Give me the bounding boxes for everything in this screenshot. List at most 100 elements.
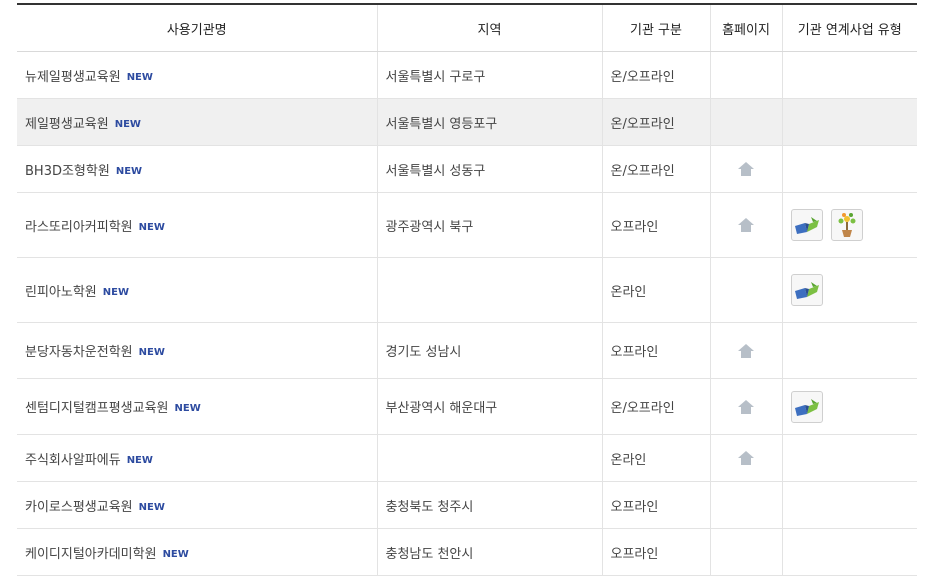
homepage-cell: [710, 378, 783, 435]
new-badge: NEW: [102, 286, 129, 298]
category-cell: 온/오프라인: [602, 145, 711, 193]
book-icon[interactable]: [790, 274, 823, 306]
link-type-cell: [782, 257, 918, 323]
institution-name-cell: 린피아노학원 NEW: [17, 257, 378, 323]
institution-name-cell: 제일평생교육원 NEW: [17, 98, 378, 146]
institution-name-link[interactable]: 라스또리아커피학원: [25, 220, 133, 235]
link-type-icons: [790, 390, 918, 423]
category-cell: 오프라인: [602, 322, 711, 379]
institution-name-link[interactable]: 카이로스평생교육원: [25, 500, 133, 515]
institution-name-cell: 카이로스평생교육원 NEW: [17, 481, 378, 529]
institution-name-cell: 라스또리아커피학원 NEW: [17, 192, 378, 258]
home-icon[interactable]: [737, 450, 755, 466]
homepage-cell: [710, 145, 783, 193]
category-cell: 온라인: [602, 434, 711, 482]
category-cell: 온/오프라인: [602, 98, 711, 146]
homepage-cell: [710, 98, 783, 146]
region-cell: 경기도 성남시: [377, 322, 603, 379]
table-row[interactable]: 분당자동차운전학원 NEW 경기도 성남시 오프라인: [17, 322, 917, 379]
institution-name-link[interactable]: 제일평생교육원: [25, 117, 109, 132]
homepage-cell: [710, 481, 783, 529]
new-badge: NEW: [138, 501, 165, 513]
category-cell: 오프라인: [602, 528, 711, 576]
category-cell: 온/오프라인: [602, 378, 711, 435]
region-cell: [377, 434, 603, 482]
institution-name-link[interactable]: 센텀디지털캠프평생교육원: [25, 401, 169, 416]
link-type-icons: [790, 209, 918, 241]
tree-icon[interactable]: [830, 209, 863, 241]
region-cell: 광주광역시 북구: [377, 192, 603, 258]
category-cell: 온/오프라인: [602, 51, 711, 99]
category-cell: 오프라인: [602, 192, 711, 258]
homepage-cell: [710, 322, 783, 379]
header-category: 기관 구분: [602, 3, 711, 52]
region-cell: 서울특별시 구로구: [377, 51, 603, 99]
table-row[interactable]: 주식회사알파에듀 NEW 온라인: [17, 434, 917, 482]
link-type-cell: [782, 481, 917, 529]
region-cell: 충청남도 천안시: [377, 528, 603, 576]
homepage-cell: [710, 434, 783, 482]
institution-name-cell: 센텀디지털캠프평생교육원 NEW: [17, 378, 378, 435]
new-badge: NEW: [115, 165, 143, 177]
homepage-cell: [710, 192, 783, 258]
category-cell: 온라인: [602, 257, 711, 323]
table-row[interactable]: 카이로스평생교육원 NEW 충청북도 청주시 오프라인: [17, 481, 917, 529]
table-row[interactable]: 센텀디지털캠프평생교육원 NEW 부산광역시 해운대구 온/오프라인: [17, 378, 918, 435]
institution-name-cell: 분당자동차운전학원 NEW: [17, 322, 378, 379]
institution-table-container: 사용기관명 지역 기관 구분 홈페이지 기관 연계사업 유형 뉴제일평생교육원 N…: [17, 3, 917, 576]
link-type-cell: [782, 528, 917, 576]
homepage-cell: [710, 51, 783, 99]
region-cell: 서울특별시 영등포구: [377, 98, 603, 146]
link-type-cell: [782, 98, 917, 146]
new-badge: NEW: [162, 548, 189, 560]
institution-name-link[interactable]: BH3D조형학원: [25, 164, 110, 179]
home-icon[interactable]: [737, 161, 755, 177]
header-region: 지역: [377, 3, 603, 52]
region-cell: 충청북도 청주시: [377, 481, 603, 529]
region-cell: 서울특별시 성동구: [377, 145, 603, 193]
home-icon[interactable]: [737, 217, 755, 233]
table-row[interactable]: 제일평생교육원 NEW 서울특별시 영등포구 온/오프라인: [17, 98, 917, 146]
link-type-cell: [782, 434, 917, 482]
book-icon[interactable]: [790, 209, 823, 241]
link-type-cell: [782, 378, 918, 435]
new-badge: NEW: [126, 454, 153, 466]
institution-name-link[interactable]: 분당자동차운전학원: [25, 345, 133, 360]
link-type-cell: [782, 145, 917, 193]
region-cell: 부산광역시 해운대구: [377, 378, 603, 435]
link-type-icons: [790, 274, 918, 306]
institution-name-link[interactable]: 케이디지털아카데미학원: [25, 547, 157, 562]
new-badge: NEW: [138, 221, 165, 233]
institution-name-link[interactable]: 주식회사알파에듀: [25, 453, 121, 468]
table-row[interactable]: BH3D조형학원 NEW 서울특별시 성동구 온/오프라인: [17, 145, 917, 193]
institution-name-cell: 주식회사알파에듀 NEW: [17, 434, 378, 482]
institution-name-link[interactable]: 뉴제일평생교육원: [25, 70, 121, 85]
table-row[interactable]: 뉴제일평생교육원 NEW 서울특별시 구로구 온/오프라인: [17, 51, 917, 99]
institution-table: 사용기관명 지역 기관 구분 홈페이지 기관 연계사업 유형 뉴제일평생교육원 N…: [17, 3, 917, 576]
header-link-type: 기관 연계사업 유형: [782, 3, 917, 52]
homepage-cell: [710, 257, 783, 323]
institution-name-cell: BH3D조형학원 NEW: [17, 145, 378, 193]
category-cell: 오프라인: [602, 481, 711, 529]
home-icon[interactable]: [737, 343, 755, 359]
header-name: 사용기관명: [17, 3, 378, 52]
institution-name-cell: 케이디지털아카데미학원 NEW: [17, 528, 378, 576]
institution-name-link[interactable]: 린피아노학원: [25, 285, 97, 300]
table-header-row: 사용기관명 지역 기관 구분 홈페이지 기관 연계사업 유형: [17, 3, 917, 52]
table-row[interactable]: 린피아노학원 NEW 온라인: [17, 257, 918, 323]
link-type-cell: [782, 51, 917, 99]
new-badge: NEW: [174, 403, 201, 414]
home-icon[interactable]: [737, 399, 755, 415]
book-icon[interactable]: [790, 390, 823, 423]
homepage-cell: [710, 528, 783, 576]
table-row[interactable]: 라스또리아커피학원 NEW 광주광역시 북구 오프라인: [17, 192, 918, 258]
header-homepage: 홈페이지: [710, 3, 783, 52]
new-badge: NEW: [114, 118, 141, 130]
region-cell: [377, 257, 603, 323]
link-type-cell: [782, 192, 918, 258]
new-badge: NEW: [126, 71, 153, 83]
institution-name-cell: 뉴제일평생교육원 NEW: [17, 51, 378, 99]
new-badge: NEW: [138, 347, 165, 358]
table-row[interactable]: 케이디지털아카데미학원 NEW 충청남도 천안시 오프라인: [17, 528, 917, 576]
link-type-cell: [782, 322, 917, 379]
